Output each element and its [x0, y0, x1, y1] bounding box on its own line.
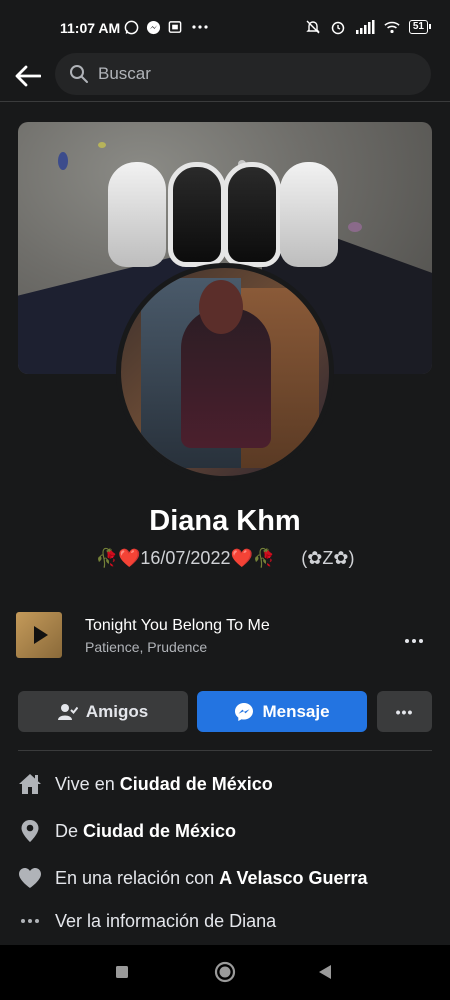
detail-value: A Velasco Guerra	[219, 867, 368, 888]
profile-name: Diana Khm	[149, 505, 301, 537]
detail-lives-in[interactable]: Vive en Ciudad de México	[18, 769, 432, 799]
recents-button[interactable]	[109, 959, 135, 985]
back-button[interactable]	[12, 60, 44, 92]
cover-shoe	[108, 162, 166, 267]
home-button[interactable]	[212, 959, 238, 985]
status-bar: 11:07 AM 51	[0, 0, 450, 52]
search-icon	[70, 65, 88, 83]
photo-head	[199, 280, 243, 334]
see-info-link[interactable]: Ver la información de Diana	[55, 911, 276, 932]
circle-icon	[214, 961, 236, 983]
friends-button[interactable]: Amigos	[18, 691, 188, 732]
profile-bio: 🥀❤️16/07/2022❤️🥀 (✿Z✿)	[0, 548, 450, 569]
detail-value: Ciudad de México	[119, 773, 273, 794]
wifi-icon	[384, 19, 400, 35]
cover-paint-spot	[348, 222, 362, 232]
messenger-icon	[235, 702, 254, 721]
bio-tag: (✿Z✿)	[301, 548, 355, 568]
battery-icon: 51	[408, 20, 432, 34]
more-dots-icon	[405, 639, 423, 643]
more-dots-icon	[189, 19, 211, 35]
song-artist: Patience, Prudence	[85, 639, 208, 655]
heart-icon	[18, 866, 42, 890]
top-bar	[0, 52, 450, 102]
more-dots-icon: •••	[395, 703, 414, 720]
sim-icon	[167, 19, 183, 35]
detail-prefix: En una relación con	[55, 867, 220, 888]
notification-icons	[123, 19, 211, 35]
system-icons: 51	[305, 19, 432, 35]
square-icon	[116, 966, 128, 978]
triangle-back-icon	[319, 965, 331, 979]
location-pin-icon	[18, 819, 42, 843]
divider	[18, 750, 432, 751]
back-nav-button[interactable]	[312, 959, 338, 985]
messenger-icon	[145, 19, 161, 35]
cover-paint-spot	[58, 152, 68, 170]
search-input[interactable]	[98, 64, 398, 84]
more-options-button[interactable]: •••	[377, 691, 432, 732]
status-time: 11:07 AM	[60, 20, 121, 36]
detail-see-info[interactable]: Ver la información de Diana	[18, 906, 432, 936]
home-icon	[18, 772, 42, 796]
signal-icon	[355, 19, 375, 35]
detail-prefix: De	[55, 820, 84, 841]
song-title: Tonight You Belong To Me	[85, 617, 270, 634]
album-art[interactable]	[16, 612, 62, 658]
friend-check-icon	[57, 703, 78, 720]
friends-label: Amigos	[85, 701, 149, 721]
search-bar[interactable]	[55, 53, 431, 95]
profile-song[interactable]: Tonight You Belong To Me Patience, Prude…	[16, 612, 434, 660]
play-icon	[34, 626, 48, 644]
cover-shoe	[223, 162, 281, 267]
profile-picture[interactable]	[116, 263, 334, 481]
system-navigation-bar	[0, 945, 450, 1000]
arrow-left-icon	[15, 65, 41, 87]
cover-shoe	[168, 162, 226, 267]
alarm-icon	[330, 19, 346, 35]
detail-value: Ciudad de México	[83, 820, 237, 841]
detail-from[interactable]: De Ciudad de México	[18, 816, 432, 846]
bio-text: 🥀❤️16/07/2022❤️🥀	[95, 548, 276, 568]
cover-paint-spot	[98, 142, 106, 148]
song-more-button[interactable]	[404, 624, 424, 650]
message-button[interactable]: Mensaje	[197, 691, 367, 732]
more-dots-icon	[18, 909, 42, 933]
message-label: Mensaje	[262, 701, 330, 721]
whatsapp-icon	[123, 19, 139, 35]
detail-prefix: Vive en	[55, 773, 120, 794]
cover-shoe	[280, 162, 338, 267]
mute-icon	[305, 19, 321, 35]
detail-relationship[interactable]: En una relación con A Velasco Guerra	[18, 863, 432, 893]
